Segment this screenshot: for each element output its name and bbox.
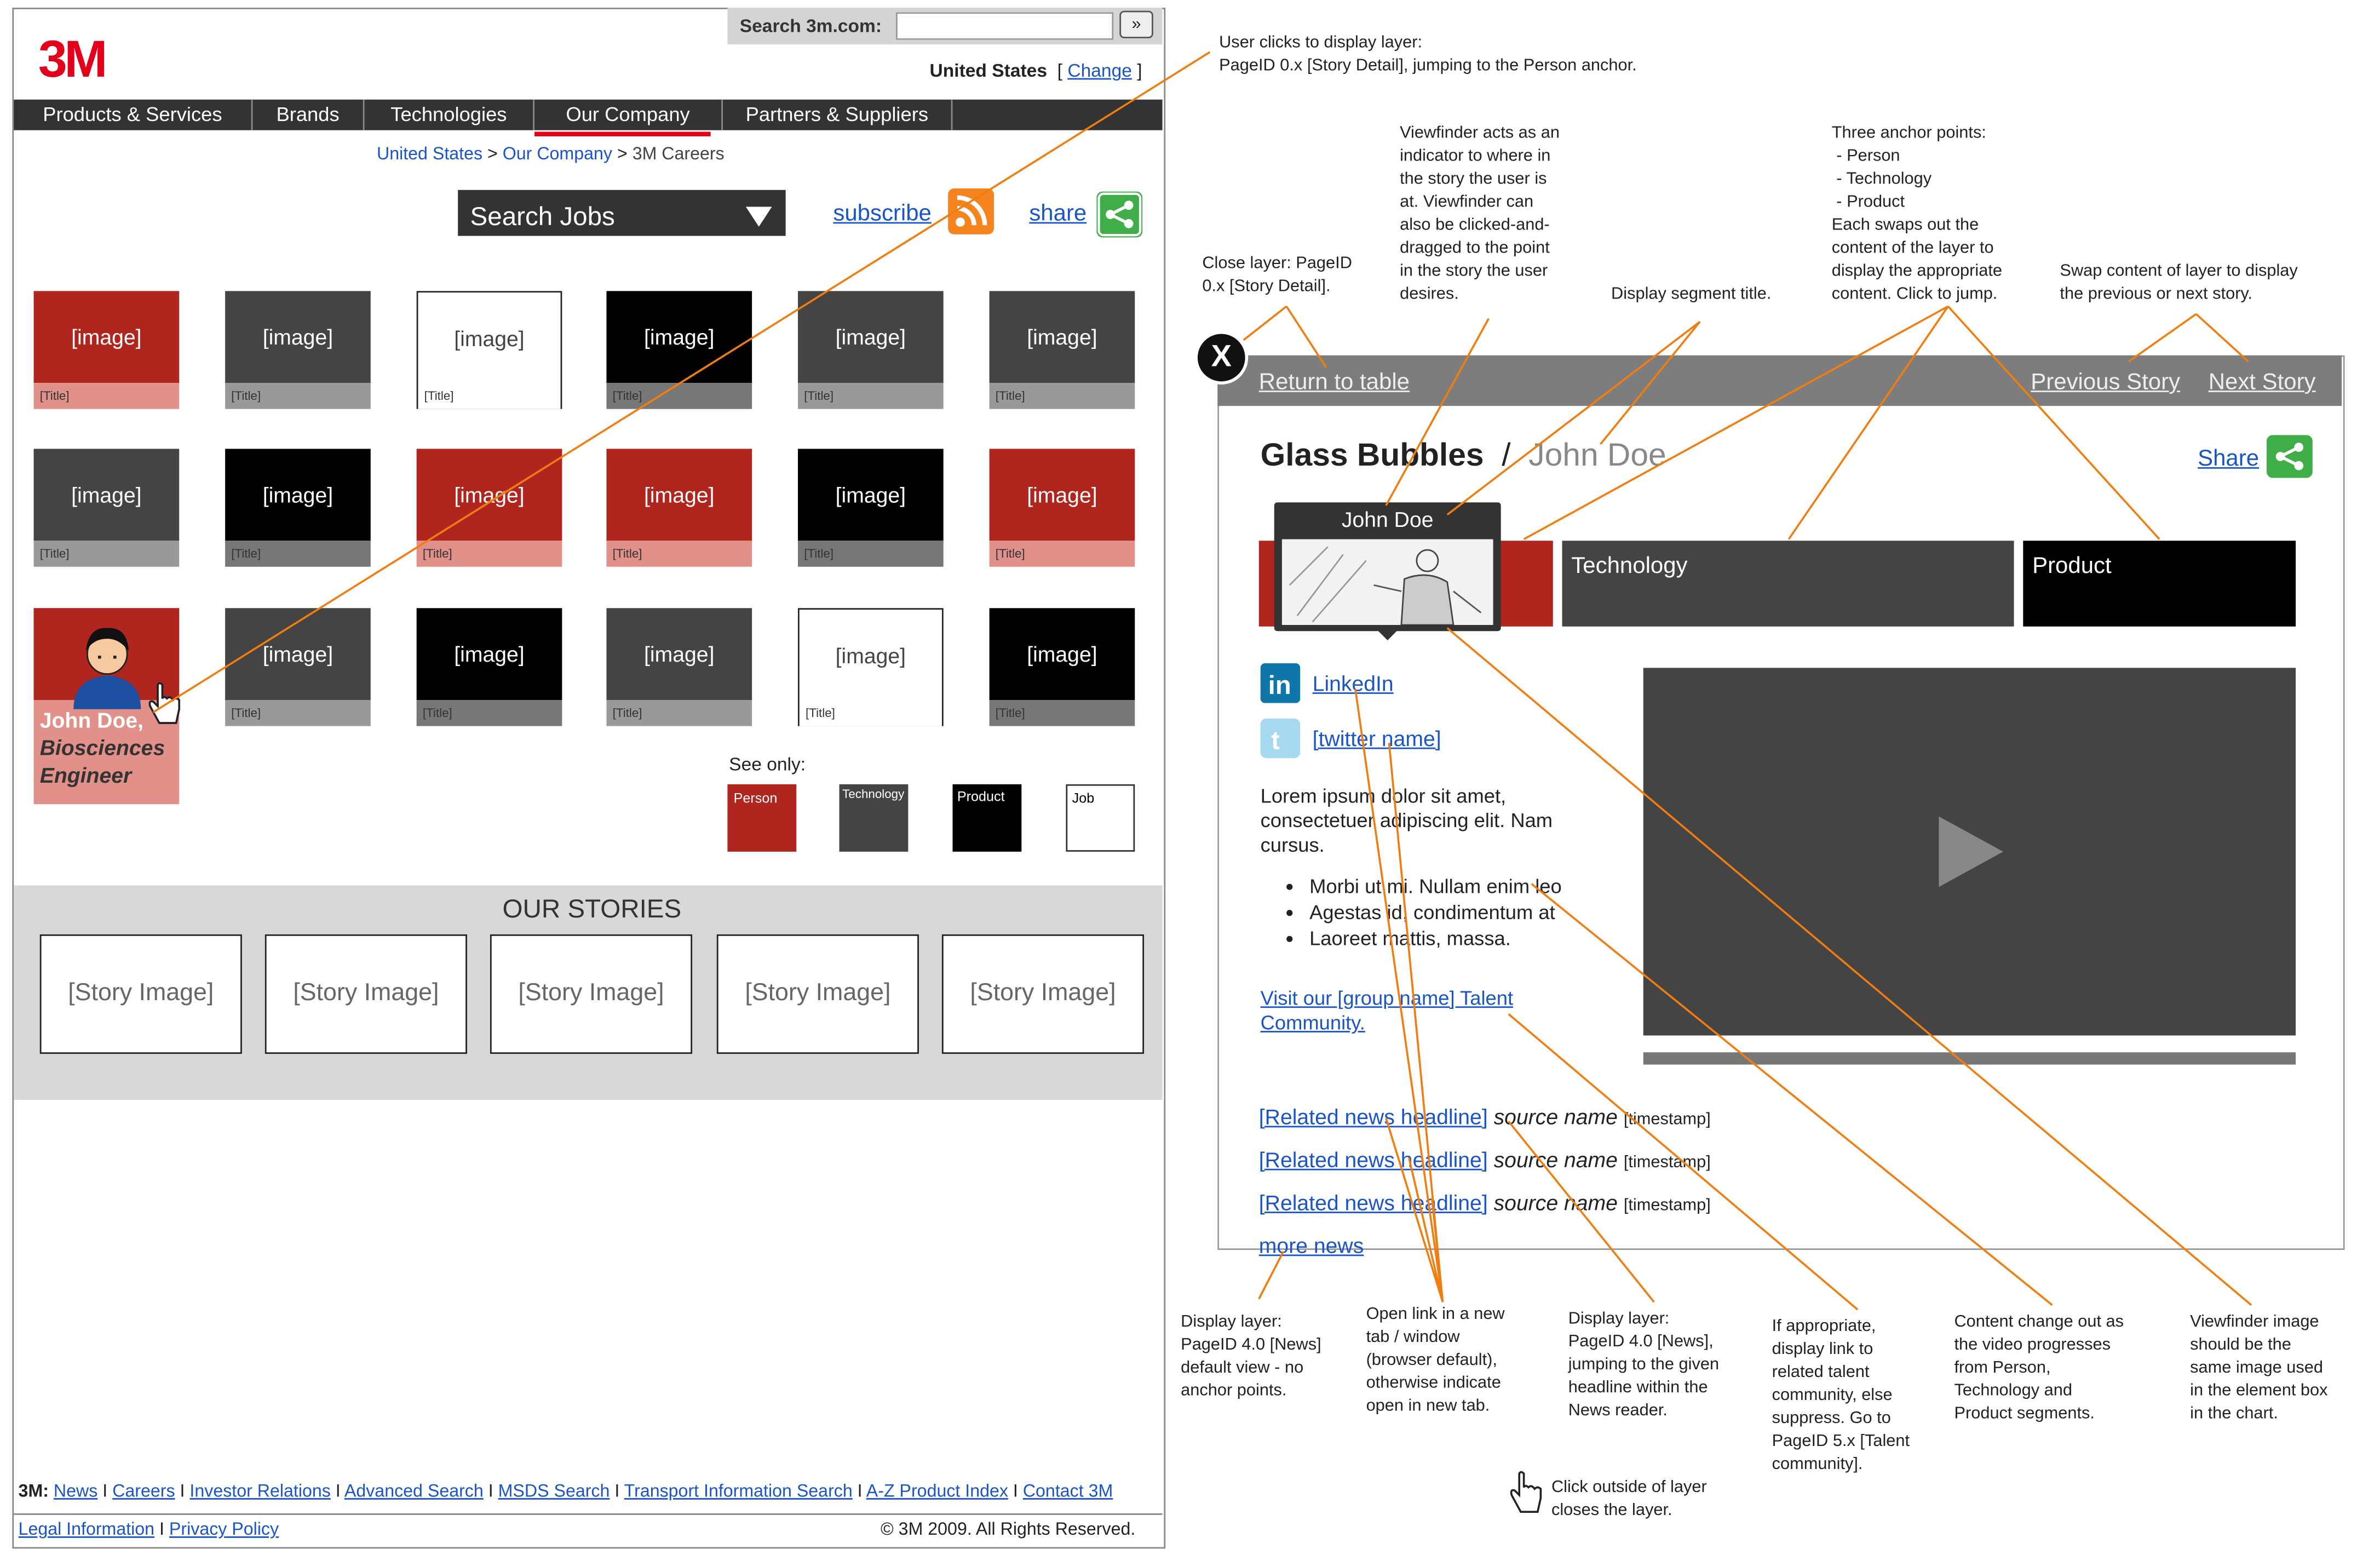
annotation-line [1531,883,2053,1306]
annotation-lines [152,51,2252,1311]
annotation-line [2128,313,2197,363]
annotation-line [1446,320,1701,516]
annotation-line [1523,305,1949,540]
annotation-line [1243,305,1287,341]
annotation-line [1508,1013,1859,1311]
annotation-line [1947,306,2160,540]
annotation-line [152,51,1211,713]
annotation-line [1508,1120,1655,1303]
annotation-line [1285,306,1327,369]
annotation-line [1385,318,1490,506]
annotation-line [1600,321,1701,445]
annotation-line [2195,313,2249,363]
annotation-line [1354,689,1444,1302]
annotation-line [1258,1250,1285,1300]
annotation-line [1446,627,2252,1306]
annotation-line [1787,306,1949,540]
